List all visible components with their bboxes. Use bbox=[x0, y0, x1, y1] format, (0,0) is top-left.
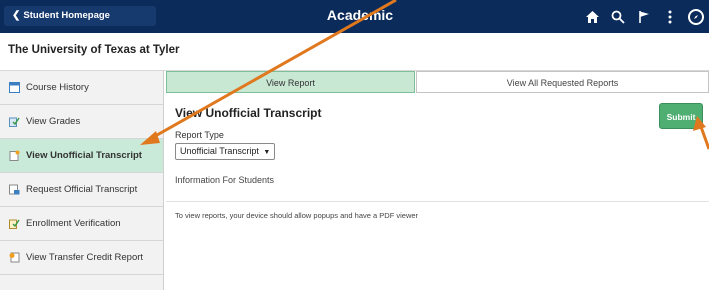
annotation-arrows bbox=[140, 0, 709, 150]
annotation-arrow-to-sidebar bbox=[149, 0, 397, 141]
annotation-arrowhead-sidebar bbox=[140, 131, 160, 145]
annotation-arrowhead-submit bbox=[693, 116, 706, 131]
